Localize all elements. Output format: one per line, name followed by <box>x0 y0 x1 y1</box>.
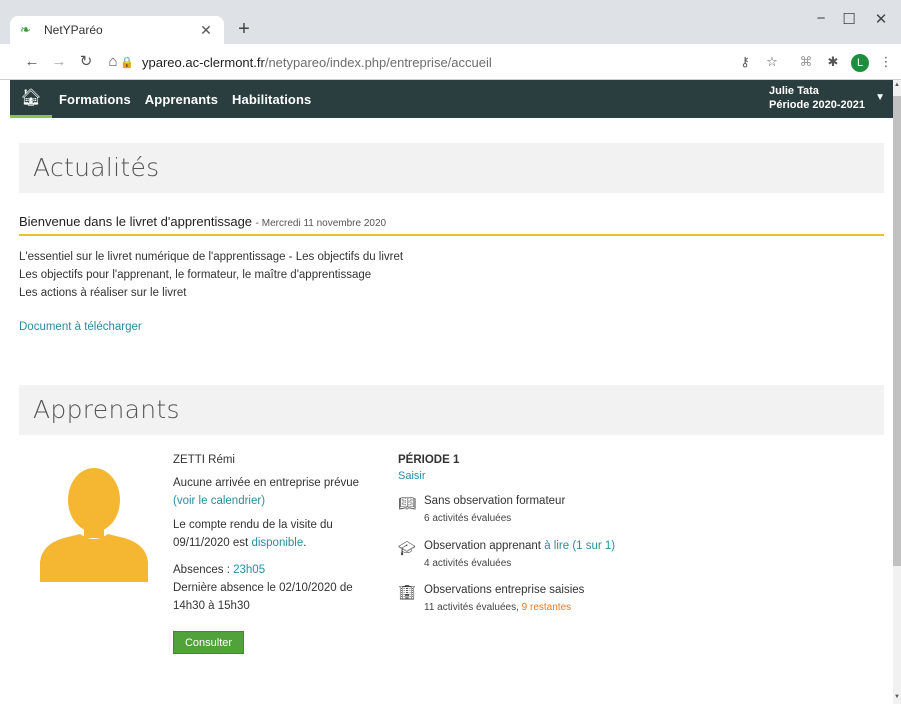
obs-title: Observation apprenant <box>424 540 541 552</box>
user-period: Période 2020-2021 <box>768 99 865 111</box>
app-navbar: 🏠︎ Formations Apprenants Habilitations J… <box>10 80 893 118</box>
scroll-down-icon[interactable]: ▼ <box>893 694 901 700</box>
puzzle-icon[interactable]: ✱ <box>823 52 843 72</box>
nav-apprenants[interactable]: Apprenants <box>138 80 225 118</box>
nav-formations[interactable]: Formations <box>52 80 138 118</box>
obs-sub-line: 11 activités évaluées, 9 restantes <box>424 602 571 613</box>
actualites-header: Actualités <box>19 143 884 193</box>
favicon-icon: ❧ <box>20 22 31 37</box>
actualites-title: Actualités <box>33 153 160 182</box>
minimize-icon[interactable]: − <box>806 10 836 27</box>
window-close-icon[interactable]: ✕ <box>866 10 896 28</box>
report-line-2: 09/11/2020 est disponible. <box>173 537 307 549</box>
report-date-text: 09/11/2020 est <box>173 537 249 549</box>
arrival-text: Aucune arrivée en entreprise prévue <box>173 477 360 489</box>
download-link[interactable]: Document à télécharger <box>19 318 142 336</box>
browser-toolbar: ← → ↻ ⌂ 🔒 ypareo.ac-clermont.fr/netypare… <box>0 44 901 80</box>
scrollbar-thumb[interactable] <box>893 96 901 566</box>
url-host: ypareo.ac-clermont.fr <box>142 54 265 70</box>
obs-remaining-link[interactable]: 9 restantes <box>522 602 571 613</box>
url-path: /netypareo/index.php/entreprise/accueil <box>264 54 492 70</box>
article-body: L'essentiel sur le livret numérique de l… <box>19 248 403 302</box>
apprenants-title: Apprenants <box>33 395 180 424</box>
caret-down-icon[interactable]: ▼ <box>875 92 885 103</box>
calendar-link[interactable]: (voir le calendrier) <box>173 492 265 510</box>
report-link[interactable]: disponible <box>251 537 303 549</box>
obs-sub: 11 activités évaluées, <box>424 602 519 613</box>
tab-strip: ❧ NetYParéo ✕ + − ☐ ✕ <box>0 0 901 44</box>
user-menu[interactable]: Julie Tata Période 2020-2021 <box>769 84 865 112</box>
absences-line: Absences : 23h05 <box>173 561 265 579</box>
obs-title: Observations entreprise saisies <box>424 584 585 596</box>
reload-icon[interactable]: ↻ <box>76 52 96 72</box>
browser-chrome: ❧ NetYParéo ✕ + − ☐ ✕ ← → ↻ ⌂ 🔒 ypareo.a… <box>0 0 901 80</box>
scroll-up-icon[interactable]: ▲ <box>893 82 901 88</box>
apprenant-name: ZETTI Rémi <box>173 454 235 466</box>
last-absence-2: 14h30 à 15h30 <box>173 600 250 612</box>
profile-avatar[interactable]: L <box>851 54 869 72</box>
key-icon[interactable]: ⚷ <box>735 52 755 72</box>
forward-icon[interactable]: → <box>49 52 69 72</box>
apprenants-header: Apprenants <box>19 385 884 435</box>
obs-sub: 6 activités évaluées <box>424 513 512 524</box>
article-line: Les objectifs pour l'apprenant, le forma… <box>19 269 372 281</box>
book-icon: 📖︎ <box>398 495 416 511</box>
obs-title: Sans observation formateur <box>424 495 566 507</box>
star-icon[interactable]: ☆ <box>762 52 782 72</box>
obs-link[interactable]: à lire (1 sur 1) <box>544 540 615 552</box>
home-nav-icon[interactable]: 🏠︎ <box>10 80 52 118</box>
absences-label: Absences : <box>173 564 230 576</box>
article-line: L'essentiel sur le livret numérique de l… <box>19 251 404 263</box>
article-header: Bienvenue dans le livret d'apprentissage… <box>19 214 884 236</box>
period-title: PÉRIODE 1 <box>398 454 460 466</box>
building-icon: 🏢︎ <box>398 584 416 600</box>
saisir-link[interactable]: Saisir <box>398 468 426 485</box>
last-absence-1: Dernière absence le 02/10/2020 de <box>173 582 353 594</box>
menu-icon[interactable]: ⋮ <box>876 52 896 72</box>
obs-title-line: Observation apprenant à lire (1 sur 1) <box>424 540 615 552</box>
maximize-icon[interactable]: ☐ <box>834 10 864 28</box>
report-text: Le compte rendu de la visite du <box>173 519 333 531</box>
avatar <box>40 468 148 582</box>
browser-tab[interactable]: ❧ NetYParéo ✕ <box>10 16 224 44</box>
article-line: Les actions à réaliser sur le livret <box>19 287 187 299</box>
nav-habilitations[interactable]: Habilitations <box>225 80 318 118</box>
article-title: Bienvenue dans le livret d'apprentissage <box>19 214 253 229</box>
obs-sub: 4 activités évaluées <box>424 558 512 569</box>
close-tab-icon[interactable]: ✕ <box>198 22 214 39</box>
article-date: - Mercredi 11 novembre 2020 <box>255 218 387 229</box>
new-tab-icon[interactable]: + <box>234 19 254 39</box>
user-name: Julie Tata <box>768 85 819 97</box>
consulter-button[interactable]: Consulter <box>173 631 244 654</box>
graduation-cap-icon: 🎓︎ <box>398 540 416 556</box>
tab-title: NetYParéo <box>44 23 103 37</box>
back-icon[interactable]: ← <box>22 52 42 72</box>
lock-icon: 🔒 <box>120 56 134 69</box>
absences-link[interactable]: 23h05 <box>233 564 265 576</box>
address-bar[interactable]: 🔒 ypareo.ac-clermont.fr/netypareo/index.… <box>120 50 760 74</box>
extension-icon[interactable]: ⌘ <box>796 52 816 72</box>
page-content: Actualités Bienvenue dans le livret d'ap… <box>10 118 893 704</box>
